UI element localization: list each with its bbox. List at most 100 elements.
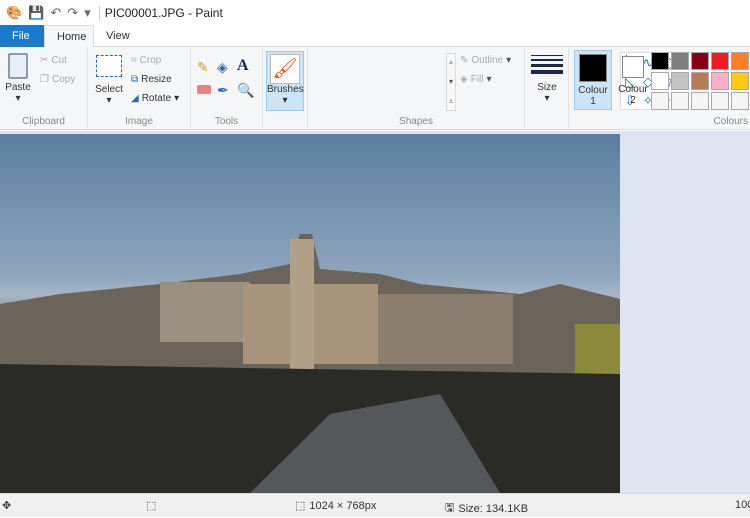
- crop-icon: ⌗: [131, 55, 137, 66]
- palette-swatch[interactable]: [651, 72, 669, 90]
- palette-swatch[interactable]: [711, 92, 729, 110]
- tools-label: Tools: [214, 116, 239, 127]
- select-icon: [96, 55, 122, 77]
- brushes-group: 🖌 Brushes ▾: [263, 47, 308, 130]
- colour2-num: 2: [630, 95, 636, 106]
- fill-bucket-icon[interactable]: ◈: [217, 59, 228, 76]
- disk-icon: 🖫: [445, 502, 455, 514]
- tab-view[interactable]: View: [94, 25, 142, 47]
- colour1-label: Colour: [578, 85, 608, 96]
- clipboard-label: Clipboard: [22, 116, 65, 127]
- canvas-area[interactable]: [0, 131, 750, 493]
- colour1-swatch: [579, 54, 607, 82]
- palette-swatch[interactable]: [671, 72, 689, 90]
- image-label: Image: [125, 116, 153, 127]
- fill-icon: ◈: [460, 74, 468, 85]
- colour1-button[interactable]: Colour 1: [574, 50, 612, 110]
- palette-swatch[interactable]: [691, 72, 709, 90]
- clipboard-group: Paste ▾ ✂ Cut ❐ Copy Clipboard: [0, 47, 88, 130]
- selection-size-icon: ⬚: [146, 500, 157, 512]
- brushes-label: Brushes: [267, 84, 304, 95]
- ribbon-tabs: File Home View: [0, 25, 750, 47]
- brush-icon: 🖌: [270, 54, 300, 84]
- image-group: Select ▾ ⌗ Crop ⧉ Resize ◢ Rotate ▾ Image: [88, 47, 191, 130]
- cut-button[interactable]: ✂ Cut: [40, 55, 67, 66]
- status-bar: ✥ ⬚ ⬚1024 × 768px 🖫Size: 134.1KB 100%: [0, 493, 750, 517]
- tab-file[interactable]: File: [0, 25, 44, 47]
- outline-label: Outline: [471, 55, 504, 66]
- colour2-label: Colour: [618, 84, 648, 95]
- zoom-level[interactable]: 100%: [735, 499, 750, 511]
- copy-label: Copy: [51, 74, 76, 85]
- paste-button[interactable]: Paste ▾: [3, 53, 33, 104]
- select-label: Select: [95, 84, 123, 95]
- shapes-scroll[interactable]: ▴ ▾ ⩡: [446, 53, 456, 111]
- dimensions-icon: ⬚: [295, 500, 306, 512]
- outline-button[interactable]: ✎ Outline ▾: [460, 55, 511, 66]
- pencil-icon[interactable]: ✎: [197, 59, 209, 76]
- line-size-icon: [531, 55, 563, 74]
- cut-label: Cut: [51, 55, 67, 66]
- palette-swatch[interactable]: [731, 72, 749, 90]
- shapes-label: Shapes: [399, 116, 433, 127]
- shapes-group: ╲∿◯▭▢⏢△◺◇⬠⬡⇨⇦⇧⇩✧☆✡▭◯☁ ▴▾⩡ ✎Outline▾ ◈Fil…: [308, 47, 750, 130]
- palette-swatch[interactable]: [691, 52, 709, 70]
- redo-icon[interactable]: ↷: [67, 5, 78, 21]
- size-button[interactable]: Size ▾: [531, 53, 563, 104]
- colour1-num: 1: [590, 96, 596, 107]
- brushes-button[interactable]: 🖌 Brushes ▾: [266, 51, 304, 111]
- colour2-swatch: [622, 56, 644, 78]
- palette-swatch[interactable]: [691, 92, 709, 110]
- palette-swatch[interactable]: [711, 52, 729, 70]
- cursor-position-icon: ✥: [2, 500, 12, 512]
- paint-app-icon: 🎨: [6, 4, 23, 20]
- city-photo: [0, 234, 620, 493]
- copy-icon: ❐: [40, 74, 49, 85]
- fill-label: Fill: [470, 74, 484, 85]
- color-picker-icon[interactable]: ✒: [217, 82, 229, 99]
- palette-swatch[interactable]: [711, 72, 729, 90]
- select-button[interactable]: Select ▾: [93, 55, 125, 106]
- rotate-label: Rotate: [141, 93, 172, 104]
- rotate-icon: ◢: [131, 93, 139, 104]
- palette-swatch[interactable]: [671, 92, 689, 110]
- customize-quick-access-icon[interactable]: ▾: [84, 5, 91, 21]
- colour2-button[interactable]: Colour 2: [614, 50, 652, 110]
- eraser-icon[interactable]: [197, 85, 211, 94]
- clipboard-icon: [8, 53, 28, 79]
- image-dimensions: ⬚ 1024 × 768px: [295, 499, 377, 513]
- fill-button[interactable]: ◈ Fill ▾: [460, 74, 492, 85]
- text-icon[interactable]: A: [237, 57, 249, 75]
- palette-swatch[interactable]: [731, 52, 749, 70]
- size-group: Size ▾: [525, 47, 569, 130]
- outline-icon: ✎: [460, 55, 469, 66]
- colours-label: Colours: [713, 116, 748, 127]
- ribbon: Paste ▾ ✂ Cut ❐ Copy Clipboard Select ▾ ⌗ Cro…: [0, 47, 750, 130]
- resize-icon: ⧉: [131, 74, 139, 85]
- palette-swatch[interactable]: [731, 92, 749, 110]
- tools-group: ✎ ◈ A ✒ 🔍 Tools: [191, 47, 263, 130]
- crop-button[interactable]: ⌗ Crop: [131, 55, 161, 66]
- window-title: PIC00001.JPG - Paint: [98, 5, 223, 20]
- palette-swatch[interactable]: [651, 52, 669, 70]
- resize-label: Resize: [141, 74, 172, 85]
- title-bar: 🎨 💾 ↶ ↷ ▾ PIC00001.JPG - Paint: [0, 0, 750, 25]
- file-size: 🖫 Size: 134.1KB: [445, 499, 528, 518]
- undo-icon[interactable]: ↶: [50, 5, 61, 21]
- resize-button[interactable]: ⧉ Resize: [131, 74, 172, 85]
- size-label: Size: [537, 82, 557, 93]
- colours-group: Colour 1 Colour 2 Colours: [569, 47, 750, 130]
- size-text: Size: 134.1KB: [458, 502, 529, 515]
- image-canvas[interactable]: [0, 134, 620, 493]
- paste-label: Paste: [5, 82, 31, 93]
- rotate-button[interactable]: ◢ Rotate ▾: [131, 93, 179, 104]
- copy-button[interactable]: ❐ Copy: [40, 74, 75, 85]
- save-icon[interactable]: 💾: [28, 5, 44, 21]
- tab-home[interactable]: Home: [44, 25, 94, 47]
- dimensions-text: 1024 × 768px: [309, 499, 377, 512]
- magnifier-icon[interactable]: 🔍: [237, 82, 254, 99]
- palette-swatch[interactable]: [651, 92, 669, 110]
- crop-label: Crop: [139, 55, 162, 66]
- palette-swatch[interactable]: [671, 52, 689, 70]
- scissors-icon: ✂: [40, 55, 49, 66]
